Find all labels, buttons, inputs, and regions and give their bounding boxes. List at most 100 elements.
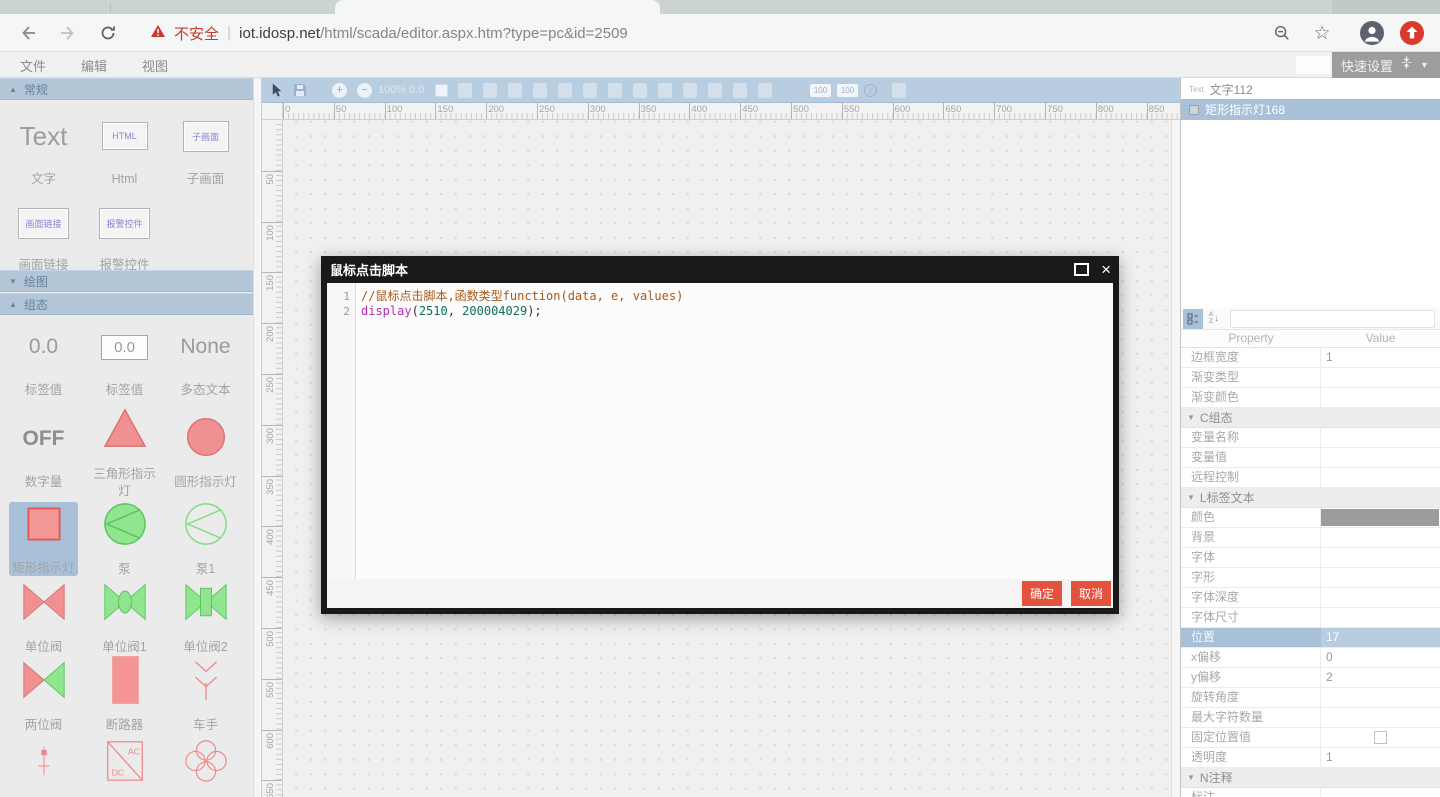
collapse-panels-icon[interactable]: [1400, 56, 1413, 74]
profile-avatar-icon[interactable]: [1360, 21, 1384, 45]
property-row-8[interactable]: 颜色: [1181, 508, 1440, 528]
categorized-view-icon[interactable]: [1183, 309, 1203, 329]
palette-item-11[interactable]: 单位阀2: [165, 578, 246, 656]
grid-toggle-icon[interactable]: [435, 78, 448, 102]
palette-item-3[interactable]: 画面链接画面链接: [3, 198, 84, 274]
chevron-down-icon[interactable]: ▼: [1420, 60, 1429, 70]
property-value[interactable]: [1321, 608, 1440, 627]
palette-item-14[interactable]: 车手: [165, 656, 246, 734]
palette-item-12[interactable]: 两位阀: [3, 656, 84, 734]
security-warning-label[interactable]: 不安全: [174, 23, 219, 44]
close-icon[interactable]: ×: [1101, 261, 1111, 278]
property-row-12[interactable]: 字体深度: [1181, 588, 1440, 608]
palette-item-3[interactable]: OFF数字量: [3, 404, 84, 500]
property-value[interactable]: [1321, 508, 1440, 527]
property-value[interactable]: [1321, 468, 1440, 487]
palette-item-2[interactable]: 子画面子画面: [165, 100, 246, 198]
property-value[interactable]: [1321, 528, 1440, 547]
property-value[interactable]: [1321, 728, 1440, 747]
palette-item-1[interactable]: 0.0标签值: [84, 316, 165, 404]
palette-item-6[interactable]: 矩形指示灯: [9, 502, 78, 576]
palette-item-10[interactable]: 单位阀1: [84, 578, 165, 656]
color-swatch[interactable]: [1321, 509, 1439, 526]
palette-item-13[interactable]: 断路器: [84, 656, 165, 734]
property-row-9[interactable]: 背景: [1181, 528, 1440, 548]
property-value[interactable]: [1321, 568, 1440, 587]
dialog-title-bar[interactable]: 鼠标点击脚本 ×: [327, 256, 1113, 283]
property-group-21[interactable]: ▼N注释: [1181, 768, 1440, 788]
palette-item-9[interactable]: 单位阀: [3, 578, 84, 656]
sort-alphabetical-icon[interactable]: AZ↓: [1203, 309, 1225, 329]
property-group-7[interactable]: ▼L标签文本: [1181, 488, 1440, 508]
property-value[interactable]: [1321, 388, 1440, 407]
property-value[interactable]: [1321, 428, 1440, 447]
section-header-draw[interactable]: ▼ 绘图: [0, 270, 261, 292]
palette-item-17[interactable]: PT: [165, 734, 246, 797]
zoom-out-icon[interactable]: −: [357, 78, 372, 102]
property-value[interactable]: [1321, 788, 1440, 797]
palette-item-1[interactable]: HTMLHtml: [84, 100, 165, 198]
property-row-11[interactable]: 字形: [1181, 568, 1440, 588]
palette-item-0[interactable]: 0.0标签值: [3, 316, 84, 404]
canvas-scrollbar[interactable]: [1171, 120, 1180, 797]
menu-item-2[interactable]: 视图: [142, 56, 168, 75]
property-row-14[interactable]: 位置17: [1181, 628, 1440, 648]
property-value[interactable]: [1321, 708, 1440, 727]
property-value[interactable]: 1: [1321, 748, 1440, 767]
code-editor[interactable]: 12 //鼠标点击脚本,函数类型function(data, e, values…: [327, 283, 1113, 579]
ok-button[interactable]: 确定: [1022, 581, 1062, 606]
property-row-15[interactable]: x偏移0: [1181, 648, 1440, 668]
property-row-16[interactable]: y偏移2: [1181, 668, 1440, 688]
browser-tab-active[interactable]: [335, 0, 660, 14]
reload-icon[interactable]: [96, 21, 120, 45]
property-row-22[interactable]: 标注: [1181, 788, 1440, 797]
property-value[interactable]: 2: [1321, 668, 1440, 687]
property-row-20[interactable]: 透明度1: [1181, 748, 1440, 768]
property-row-0[interactable]: 边框宽度1: [1181, 348, 1440, 368]
forward-icon[interactable]: [56, 21, 80, 45]
property-filter-box[interactable]: [1230, 310, 1435, 328]
extension-upload-icon[interactable]: [1400, 21, 1424, 45]
property-value[interactable]: [1321, 548, 1440, 567]
palette-item-8[interactable]: 泵1: [165, 500, 246, 578]
code-text-area[interactable]: //鼠标点击脚本,函数类型function(data, e, values)di…: [356, 283, 1113, 579]
property-row-19[interactable]: 固定位置值: [1181, 728, 1440, 748]
property-row-18[interactable]: 最大字符数量: [1181, 708, 1440, 728]
zoom-out-page-icon[interactable]: [1270, 21, 1294, 45]
palette-item-2[interactable]: None多态文本: [165, 316, 246, 404]
menu-item-0[interactable]: 文件: [20, 56, 46, 75]
pointer-tool-icon[interactable]: [269, 78, 284, 102]
height-badge[interactable]: 100: [837, 78, 858, 102]
property-value[interactable]: 17: [1321, 628, 1440, 647]
property-value[interactable]: [1321, 368, 1440, 387]
quick-settings[interactable]: 快速设置 ▼: [1332, 52, 1440, 78]
address-bar[interactable]: 不安全 | iot.idosp.net/html/scada/editor.as…: [150, 14, 628, 52]
property-row-13[interactable]: 字体尺寸: [1181, 608, 1440, 628]
palette-item-15[interactable]: 刀闸: [3, 734, 84, 797]
quick-settings-box[interactable]: [1296, 56, 1330, 74]
palette-item-4[interactable]: 报警控件报警控件: [84, 198, 165, 274]
layer-row-0[interactable]: Text文字112: [1181, 79, 1440, 99]
zoom-in-icon[interactable]: +: [332, 78, 347, 102]
property-row-4[interactable]: 变量名称: [1181, 428, 1440, 448]
checkbox[interactable]: [1374, 731, 1387, 744]
property-row-10[interactable]: 字体: [1181, 548, 1440, 568]
back-icon[interactable]: [16, 21, 40, 45]
property-value[interactable]: [1321, 588, 1440, 607]
property-value[interactable]: 0: [1321, 648, 1440, 667]
palette-item-4[interactable]: 三角形指示灯: [84, 404, 165, 500]
palette-item-5[interactable]: 圆形指示灯: [165, 404, 246, 500]
section-header-zutai[interactable]: ▲ 组态: [0, 293, 261, 315]
width-badge[interactable]: 100: [810, 78, 831, 102]
cancel-button[interactable]: 取消: [1071, 581, 1111, 606]
bookmark-star-icon[interactable]: ☆: [1310, 21, 1334, 45]
section-header-general[interactable]: ▲ 常规: [0, 78, 261, 100]
save-icon[interactable]: [292, 78, 308, 102]
property-group-3[interactable]: ▼C组态: [1181, 408, 1440, 428]
palette-item-16[interactable]: ACDC逆变器: [84, 734, 165, 797]
sidebar-scrollbar[interactable]: [253, 78, 261, 797]
layer-row-1[interactable]: 矩形指示灯168: [1181, 99, 1440, 120]
property-row-5[interactable]: 变量值: [1181, 448, 1440, 468]
info-icon[interactable]: i: [864, 78, 877, 102]
property-value[interactable]: [1321, 688, 1440, 707]
